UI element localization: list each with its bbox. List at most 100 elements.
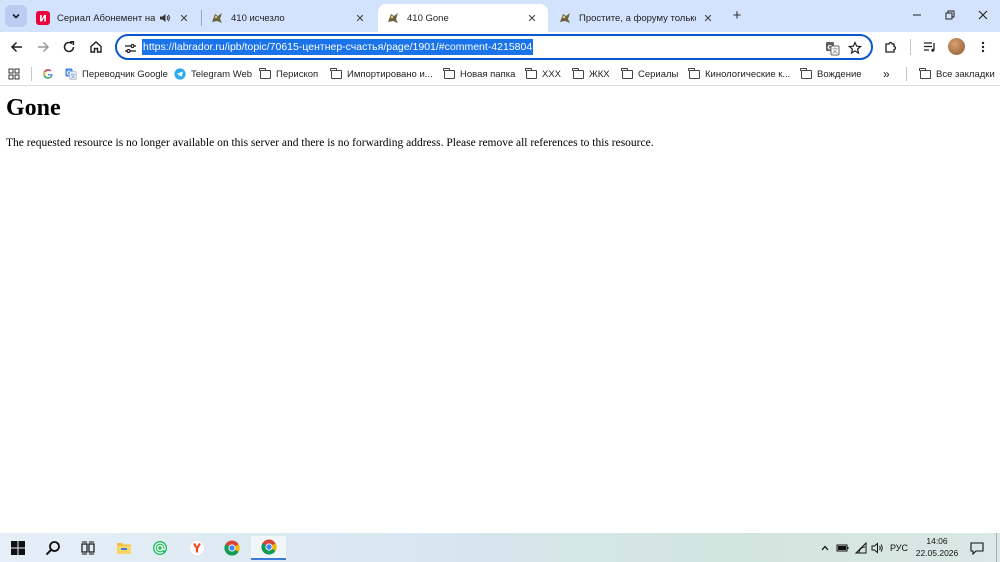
clock-time: 14:06 — [926, 536, 948, 546]
folder-icon — [919, 67, 931, 80]
chevron-up-icon — [821, 545, 829, 551]
bookmark-folder-serials[interactable]: Сериалы — [621, 66, 678, 82]
labrador-favicon-icon — [558, 11, 572, 25]
bookmark-google[interactable] — [42, 66, 59, 82]
yandex-browser-button[interactable] — [182, 536, 212, 560]
show-desktop-button[interactable] — [996, 533, 997, 562]
tab-serial[interactable]: И Сериал Абонемент на расследование ✕ — [28, 4, 200, 32]
bookmark-folder-xxx[interactable]: XXX — [525, 66, 561, 82]
bookmark-star-icon[interactable] — [846, 39, 864, 57]
task-view-button[interactable] — [73, 536, 103, 560]
bookmark-folder-periscope[interactable]: Перископ — [259, 66, 318, 82]
folder-icon — [525, 67, 537, 80]
profile-avatar[interactable] — [948, 38, 965, 55]
minimize-button[interactable] — [900, 0, 934, 30]
address-bar[interactable]: https://labrador.ru/ipb/topic/70615-цент… — [115, 34, 873, 60]
restore-button[interactable] — [933, 0, 967, 30]
tab-410-ischezlo[interactable]: 410 исчезло ✕ — [202, 4, 376, 32]
wifi-icon[interactable] — [853, 540, 869, 556]
close-tab-icon[interactable]: ✕ — [176, 10, 192, 26]
labrador-favicon-icon — [210, 11, 224, 25]
extensions-button[interactable] — [879, 35, 903, 59]
folder-icon — [259, 67, 271, 80]
svg-text:И: И — [39, 15, 47, 25]
svg-text:文: 文 — [70, 73, 75, 80]
file-explorer-button[interactable] — [109, 536, 139, 560]
telegram-icon — [174, 68, 186, 80]
home-button[interactable] — [84, 35, 108, 59]
bookmark-folder-kinolog[interactable]: Кинологические к... — [688, 66, 790, 82]
all-bookmarks-folder[interactable]: Все закладки — [919, 66, 995, 82]
folder-icon — [800, 67, 812, 80]
speaker-icon[interactable] — [158, 11, 172, 25]
bookmark-label: Вождение — [817, 68, 862, 80]
close-tab-icon[interactable]: ✕ — [352, 10, 368, 26]
taskbar: РУС 14:06 22.05.2026 — [0, 533, 1000, 562]
bookmark-label: Кинологические к... — [705, 68, 791, 80]
media-queue-icon — [924, 42, 935, 52]
url-text[interactable]: https://labrador.ru/ipb/topic/70615-цент… — [142, 39, 534, 55]
page-title: Gone — [6, 95, 61, 121]
close-tab-icon[interactable]: ✕ — [700, 10, 716, 26]
translate-icon: G文 — [65, 68, 77, 80]
close-tab-icon[interactable]: ✕ — [524, 10, 540, 26]
chrome-button[interactable] — [217, 536, 247, 560]
minimize-icon — [913, 14, 921, 16]
bookmark-folder-driving[interactable]: Вождение — [800, 66, 862, 82]
reload-button[interactable] — [57, 35, 81, 59]
clock-date: 22.05.2026 — [915, 548, 959, 558]
bookmark-label: Сериалы — [638, 68, 679, 80]
bookmark-folder-new[interactable]: Новая папка — [443, 66, 515, 82]
bookmark-label: Перископ — [276, 68, 319, 80]
bookmarks-bar: G文 Переводчик Google Telegram Web Периск… — [0, 62, 1000, 86]
restore-icon — [945, 10, 955, 20]
taskbar-search-button[interactable] — [38, 536, 68, 560]
browser-menu-button[interactable] — [971, 35, 995, 59]
more-vertical-icon — [981, 41, 985, 53]
bookmark-label: XXX — [542, 68, 562, 80]
windows-start-icon — [11, 541, 25, 555]
chrome-icon — [224, 540, 240, 556]
apps-grid-icon — [8, 68, 20, 80]
bookmark-translate[interactable]: G文 Переводчик Google — [65, 66, 168, 82]
site-info-icon[interactable] — [122, 40, 138, 56]
mail-app-button[interactable] — [145, 536, 175, 560]
folder-icon — [330, 67, 342, 80]
bookmark-folder-zhkh[interactable]: ЖКХ — [572, 66, 610, 82]
more-bookmarks-button[interactable]: » — [883, 66, 890, 82]
bookmark-folder-imported[interactable]: Импортировано и... — [330, 66, 433, 82]
battery-icon[interactable] — [835, 540, 851, 556]
start-button[interactable] — [3, 536, 33, 560]
bookmark-label: ЖКХ — [589, 68, 610, 80]
toolbar-separator — [910, 39, 911, 55]
chrome-active-button[interactable] — [251, 536, 286, 560]
puzzle-icon — [885, 41, 897, 53]
notification-icon — [970, 541, 984, 555]
toolbar: https://labrador.ru/ipb/topic/70615-цент… — [0, 32, 1000, 62]
notifications-button[interactable] — [968, 540, 986, 556]
media-control-button[interactable] — [918, 35, 942, 59]
forward-button[interactable] — [31, 35, 55, 59]
translate-icon[interactable]: G文 — [823, 39, 841, 57]
bookmark-label: Все закладки — [936, 68, 995, 80]
new-tab-button[interactable]: + — [728, 6, 746, 24]
language-indicator[interactable]: РУС — [888, 540, 910, 556]
bookmark-separator — [906, 67, 907, 81]
tab-forum[interactable]: Простите, а форуму только у меня ✕ — [550, 4, 724, 32]
volume-icon[interactable] — [870, 540, 886, 556]
tab-search-button[interactable] — [5, 5, 27, 27]
search-icon — [45, 541, 60, 556]
home-icon — [90, 41, 102, 53]
tab-410-gone[interactable]: 410 Gone ✕ — [378, 4, 548, 32]
apps-button[interactable] — [8, 66, 20, 82]
google-icon — [42, 68, 54, 80]
close-window-button[interactable] — [966, 0, 1000, 30]
arrow-left-icon — [10, 41, 22, 53]
show-hidden-icons-button[interactable] — [818, 540, 832, 556]
double-chevron-right-icon: » — [883, 67, 890, 81]
bookmark-telegram[interactable]: Telegram Web — [174, 66, 252, 82]
task-view-icon — [81, 541, 95, 555]
system-clock[interactable]: 14:06 22.05.2026 — [912, 535, 962, 559]
back-button[interactable] — [5, 35, 29, 59]
folder-icon — [572, 67, 584, 80]
